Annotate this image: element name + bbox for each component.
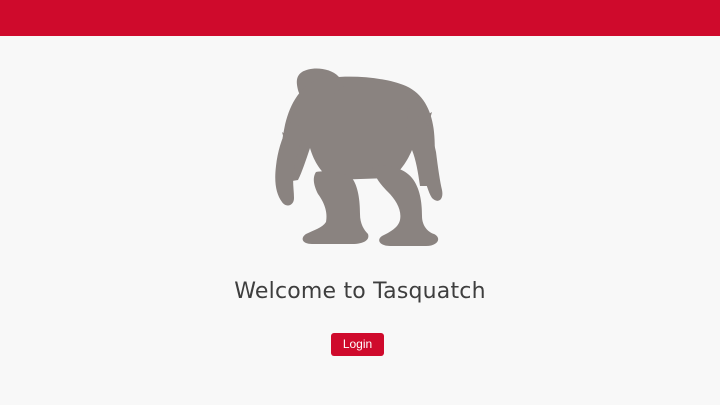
welcome-panel: Welcome to Tasquatch Login: [0, 36, 720, 405]
welcome-title: Welcome to Tasquatch: [234, 279, 486, 304]
sasquatch-silhouette-icon: [275, 68, 443, 246]
login-button[interactable]: Login: [331, 333, 384, 356]
header-bar: [0, 0, 720, 36]
